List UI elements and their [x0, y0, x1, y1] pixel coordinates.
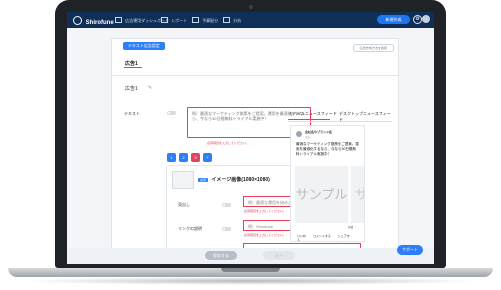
add-variant-button[interactable]: +: [203, 153, 212, 162]
sample-image-next: サ: [351, 166, 364, 223]
nav-reports-label: レポート: [171, 18, 188, 23]
nav-budget-label: 予算配分: [202, 18, 219, 23]
top-navigation-bar: Shirofune 広告運用ダッシュボード レポート 予算配分 分析 新規作成 …: [67, 12, 434, 28]
support-button[interactable]: サポート: [397, 245, 423, 255]
social-actions: いいね コメントする シェアする: [297, 234, 357, 241]
image-placeholder[interactable]: [172, 171, 194, 189]
image-title-text: イメージ画像(1080×1080): [211, 177, 270, 183]
ad-help-link[interactable]: 広告作成方法を確認: [353, 44, 394, 52]
next-button[interactable]: 次へ: [263, 251, 295, 260]
comment-action[interactable]: コメントする: [313, 234, 331, 238]
laptop-base-notch: [221, 268, 280, 272]
headline-toggle[interactable]: [222, 203, 231, 207]
headline-label: 見出し: [178, 202, 190, 207]
preview-tabs: モバイルニュースフィード デスクトップニュースフィード: [288, 111, 392, 122]
avatar[interactable]: [422, 15, 430, 23]
new-create-button[interactable]: 新規作成: [377, 15, 410, 24]
company-name: 会社名やブランド名: [305, 130, 333, 134]
nav-reports[interactable]: レポート: [161, 17, 187, 24]
text-label: テキスト: [124, 111, 140, 116]
sample-image-3: サンプル3: [295, 166, 348, 223]
draft-title: 広告1: [125, 61, 138, 67]
nav-analysis[interactable]: 分析: [223, 17, 241, 24]
brand-name: Shirofune: [85, 20, 114, 26]
text-toggle[interactable]: [167, 111, 176, 115]
link-description-label: リンクの説明: [178, 226, 202, 231]
budget-icon: [192, 17, 199, 23]
sample-caption: 詳細: [348, 226, 354, 229]
gear-icon[interactable]: ⚙: [413, 15, 422, 24]
variant-button-2[interactable]: 2: [179, 153, 188, 162]
app-screen: Shirofune 広告運用ダッシュボード レポート 予算配分 分析 新規作成 …: [67, 12, 434, 264]
dashboard-icon: [115, 17, 122, 23]
nav-analysis-label: 分析: [233, 18, 242, 23]
post-meta: 広告: [305, 136, 311, 139]
section-divider: [112, 75, 398, 76]
tab-text-ad-settings[interactable]: テキスト広告設定: [123, 42, 165, 50]
save-button[interactable]: 保存する: [205, 251, 237, 260]
preview-body-text: 最適なマーケティング施策をご提案。運用を最適化するなら、今なら30日間無料トライ…: [296, 142, 359, 156]
camera-icon: [249, 5, 253, 9]
text-error: 必須項目を入力してください。: [207, 141, 249, 145]
edit-icon[interactable]: ✎: [148, 85, 152, 91]
link-description-toggle[interactable]: [222, 227, 231, 231]
brand-logo[interactable]: Shirofune: [73, 16, 114, 26]
active-preview-tab-indicator: [288, 119, 330, 120]
image-title: 必須 イメージ画像(1080×1080): [198, 176, 270, 183]
brand-icon: [73, 16, 82, 25]
required-badge: 必須: [198, 178, 209, 182]
link-description-error: 必須項目を入力してください。: [244, 233, 286, 237]
variant-button-1[interactable]: 1: [167, 153, 176, 162]
variant-button-3[interactable]: 3: [191, 153, 200, 162]
nav-budget[interactable]: 予算配分: [192, 17, 218, 24]
analysis-icon: [223, 17, 230, 23]
laptop-shadow: [20, 277, 481, 285]
tab-mobile-news-feed[interactable]: モバイルニュースフィード: [289, 111, 337, 117]
company-avatar: [296, 131, 302, 137]
draft-title-underline: [124, 67, 142, 68]
report-icon: [161, 17, 168, 23]
ad-preview-card: 会社名やブランド名 広告 最適なマーケティング施策をご提案。運用を最適化するなら…: [290, 125, 365, 242]
headline-error: 必須項目を入力してください。: [244, 209, 286, 213]
tab-desktop-news-feed[interactable]: デスクトップニュースフィード: [339, 111, 392, 123]
ad-name: 広告1: [125, 86, 138, 92]
bottom-action-bar: 保存する 次へ: [67, 248, 434, 264]
